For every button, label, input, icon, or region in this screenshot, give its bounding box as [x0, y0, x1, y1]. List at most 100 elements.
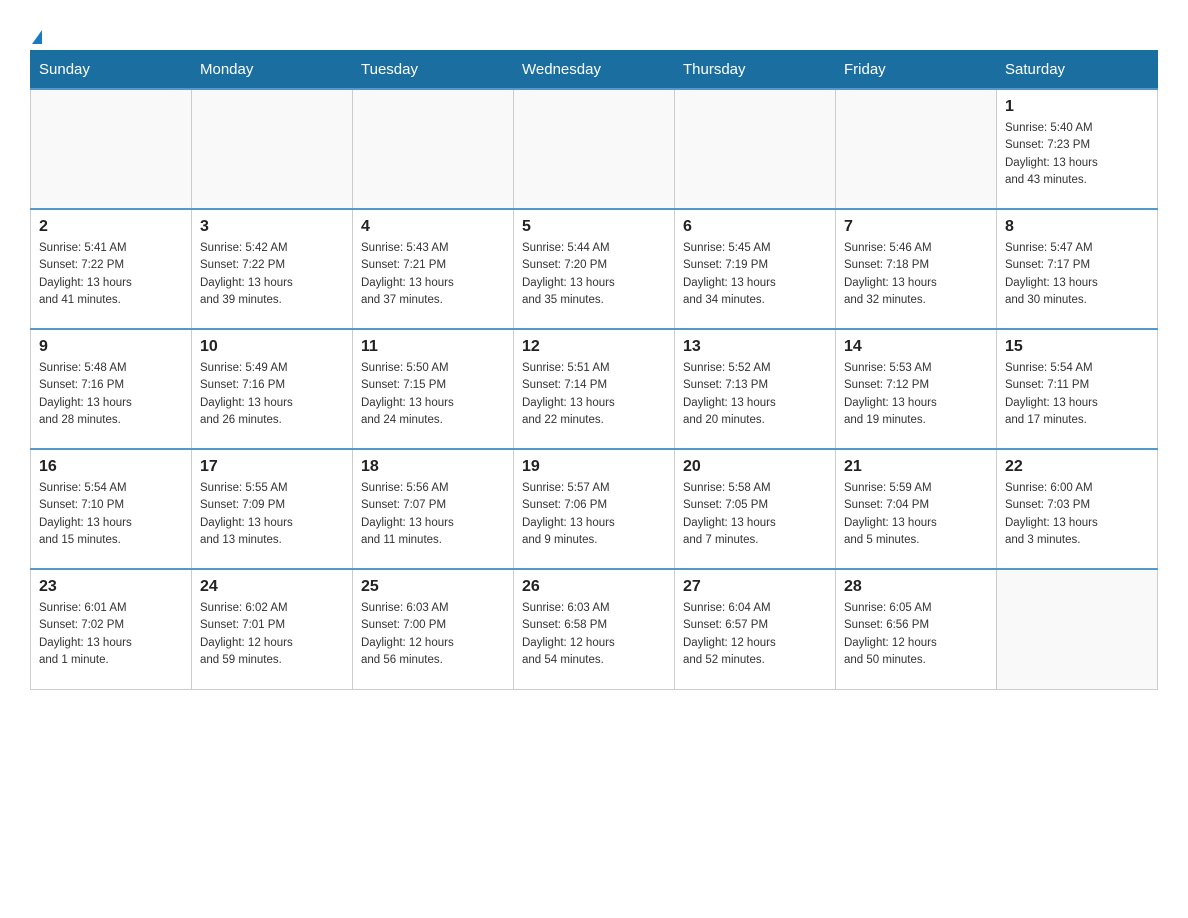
calendar-cell: 7Sunrise: 5:46 AM Sunset: 7:18 PM Daylig… — [836, 209, 997, 329]
calendar-cell — [675, 89, 836, 209]
calendar-cell: 14 Sunrise: 5:53 AM Sunset: 7:12 PM Dayli… — [836, 329, 997, 449]
calendar-header: SundayMondayTuesdayWednesdayThursdayFrid… — [31, 51, 1158, 90]
calendar-cell: 5 Sunrise: 5:44 AM Sunset: 7:20 PM Daylig… — [514, 209, 675, 329]
day-info-text: Sunrise: 5:47 AM Sunset: 7:17 PM Dayligh… — [1005, 240, 1149, 309]
day-info-text: Sunrise: 5:58 AM Sunset: 7:05 PM Dayligh… — [683, 480, 827, 549]
day-info-text: Sunrise: 5:53 AM Sunset: 7:12 PM Dayligh… — [844, 360, 988, 429]
day-number: 7 — [844, 218, 988, 236]
day-info-text: Sunrise: 6:04 AM Sunset: 6:57 PM Dayligh… — [683, 600, 827, 669]
day-number: 16 — [39, 458, 183, 476]
day-header-sunday: Sunday — [31, 51, 192, 90]
calendar-cell: 26 Sunrise: 6:03 AM Sunset: 6:58 PM Dayli… — [514, 569, 675, 689]
calendar-cell: 2 Sunrise: 5:41 AM Sunset: 7:22 PM Daylig… — [31, 209, 192, 329]
day-info-text: Sunrise: 5:51 AM Sunset: 7:14 PM Dayligh… — [522, 360, 666, 429]
calendar-cell: 19 Sunrise: 5:57 AM Sunset: 7:06 PM Dayli… — [514, 449, 675, 569]
day-info-text: Sunrise: 6:05 AM Sunset: 6:56 PM Dayligh… — [844, 600, 988, 669]
day-number: 4 — [361, 218, 505, 236]
day-info-text: Sunrise: 5:44 AM Sunset: 7:20 PM Dayligh… — [522, 240, 666, 309]
day-info-text: Sunrise: 5:49 AM Sunset: 7:16 PM Dayligh… — [200, 360, 344, 429]
day-header-saturday: Saturday — [997, 51, 1158, 90]
calendar-cell: 4 Sunrise: 5:43 AM Sunset: 7:21 PM Daylig… — [353, 209, 514, 329]
day-number: 24 — [200, 578, 344, 596]
calendar-table: SundayMondayTuesdayWednesdayThursdayFrid… — [30, 50, 1158, 690]
day-header-tuesday: Tuesday — [353, 51, 514, 90]
day-number: 3 — [200, 218, 344, 236]
day-info-text: Sunrise: 5:52 AM Sunset: 7:13 PM Dayligh… — [683, 360, 827, 429]
day-info-text: Sunrise: 5:56 AM Sunset: 7:07 PM Dayligh… — [361, 480, 505, 549]
day-number: 27 — [683, 578, 827, 596]
calendar-cell — [836, 89, 997, 209]
calendar-cell: 17 Sunrise: 5:55 AM Sunset: 7:09 PM Dayli… — [192, 449, 353, 569]
calendar-cell: 27 Sunrise: 6:04 AM Sunset: 6:57 PM Dayli… — [675, 569, 836, 689]
day-number: 5 — [522, 218, 666, 236]
day-headers-row: SundayMondayTuesdayWednesdayThursdayFrid… — [31, 51, 1158, 90]
calendar-cell: 22 Sunrise: 6:00 AM Sunset: 7:03 PM Dayli… — [997, 449, 1158, 569]
calendar-week-row: 9 Sunrise: 5:48 AM Sunset: 7:16 PM Daylig… — [31, 329, 1158, 449]
day-number: 1 — [1005, 98, 1149, 116]
day-number: 2 — [39, 218, 183, 236]
day-info-text: Sunrise: 5:54 AM Sunset: 7:11 PM Dayligh… — [1005, 360, 1149, 429]
calendar-cell: 10Sunrise: 5:49 AM Sunset: 7:16 PM Dayli… — [192, 329, 353, 449]
day-info-text: Sunrise: 5:55 AM Sunset: 7:09 PM Dayligh… — [200, 480, 344, 549]
calendar-cell: 25 Sunrise: 6:03 AM Sunset: 7:00 PM Dayli… — [353, 569, 514, 689]
day-number: 23 — [39, 578, 183, 596]
day-number: 26 — [522, 578, 666, 596]
day-number: 11 — [361, 338, 505, 356]
calendar-cell: 1 Sunrise: 5:40 AM Sunset: 7:23 PM Daylig… — [997, 89, 1158, 209]
day-info-text: Sunrise: 6:02 AM Sunset: 7:01 PM Dayligh… — [200, 600, 344, 669]
day-number: 25 — [361, 578, 505, 596]
day-number: 15 — [1005, 338, 1149, 356]
day-number: 18 — [361, 458, 505, 476]
calendar-cell: 20Sunrise: 5:58 AM Sunset: 7:05 PM Dayli… — [675, 449, 836, 569]
calendar-cell: 23 Sunrise: 6:01 AM Sunset: 7:02 PM Dayli… — [31, 569, 192, 689]
calendar-cell: 16 Sunrise: 5:54 AM Sunset: 7:10 PM Dayli… — [31, 449, 192, 569]
day-number: 14 — [844, 338, 988, 356]
calendar-body: 1 Sunrise: 5:40 AM Sunset: 7:23 PM Daylig… — [31, 89, 1158, 689]
day-info-text: Sunrise: 5:48 AM Sunset: 7:16 PM Dayligh… — [39, 360, 183, 429]
calendar-week-row: 1 Sunrise: 5:40 AM Sunset: 7:23 PM Daylig… — [31, 89, 1158, 209]
calendar-cell: 6 Sunrise: 5:45 AM Sunset: 7:19 PM Daylig… — [675, 209, 836, 329]
calendar-cell: 13Sunrise: 5:52 AM Sunset: 7:13 PM Dayli… — [675, 329, 836, 449]
calendar-cell: 3 Sunrise: 5:42 AM Sunset: 7:22 PM Daylig… — [192, 209, 353, 329]
day-info-text: Sunrise: 5:59 AM Sunset: 7:04 PM Dayligh… — [844, 480, 988, 549]
day-info-text: Sunrise: 5:54 AM Sunset: 7:10 PM Dayligh… — [39, 480, 183, 549]
calendar-cell: 11 Sunrise: 5:50 AM Sunset: 7:15 PM Dayli… — [353, 329, 514, 449]
day-info-text: Sunrise: 6:03 AM Sunset: 7:00 PM Dayligh… — [361, 600, 505, 669]
day-info-text: Sunrise: 5:50 AM Sunset: 7:15 PM Dayligh… — [361, 360, 505, 429]
calendar-week-row: 2 Sunrise: 5:41 AM Sunset: 7:22 PM Daylig… — [31, 209, 1158, 329]
day-info-text: Sunrise: 5:41 AM Sunset: 7:22 PM Dayligh… — [39, 240, 183, 309]
calendar-cell: 8Sunrise: 5:47 AM Sunset: 7:17 PM Daylig… — [997, 209, 1158, 329]
day-number: 17 — [200, 458, 344, 476]
day-number: 6 — [683, 218, 827, 236]
day-info-text: Sunrise: 6:01 AM Sunset: 7:02 PM Dayligh… — [39, 600, 183, 669]
calendar-cell — [514, 89, 675, 209]
day-info-text: Sunrise: 5:43 AM Sunset: 7:21 PM Dayligh… — [361, 240, 505, 309]
day-header-wednesday: Wednesday — [514, 51, 675, 90]
calendar-cell: 9 Sunrise: 5:48 AM Sunset: 7:16 PM Daylig… — [31, 329, 192, 449]
calendar-cell — [353, 89, 514, 209]
calendar-cell — [31, 89, 192, 209]
calendar-cell: 28 Sunrise: 6:05 AM Sunset: 6:56 PM Dayli… — [836, 569, 997, 689]
day-info-text: Sunrise: 5:57 AM Sunset: 7:06 PM Dayligh… — [522, 480, 666, 549]
day-header-monday: Monday — [192, 51, 353, 90]
header — [30, 20, 1158, 40]
calendar-cell: 21 Sunrise: 5:59 AM Sunset: 7:04 PM Dayli… — [836, 449, 997, 569]
logo-triangle-icon — [32, 30, 42, 44]
day-number: 19 — [522, 458, 666, 476]
calendar-cell — [997, 569, 1158, 689]
calendar-cell: 18 Sunrise: 5:56 AM Sunset: 7:07 PM Dayli… — [353, 449, 514, 569]
day-info-text: Sunrise: 5:40 AM Sunset: 7:23 PM Dayligh… — [1005, 120, 1149, 189]
day-info-text: Sunrise: 5:42 AM Sunset: 7:22 PM Dayligh… — [200, 240, 344, 309]
day-info-text: Sunrise: 5:45 AM Sunset: 7:19 PM Dayligh… — [683, 240, 827, 309]
calendar-cell: 12 Sunrise: 5:51 AM Sunset: 7:14 PM Dayli… — [514, 329, 675, 449]
day-number: 12 — [522, 338, 666, 356]
day-number: 21 — [844, 458, 988, 476]
day-number: 9 — [39, 338, 183, 356]
day-number: 22 — [1005, 458, 1149, 476]
day-number: 28 — [844, 578, 988, 596]
calendar-cell — [192, 89, 353, 209]
day-info-text: Sunrise: 6:03 AM Sunset: 6:58 PM Dayligh… — [522, 600, 666, 669]
calendar-cell: 24 Sunrise: 6:02 AM Sunset: 7:01 PM Dayli… — [192, 569, 353, 689]
day-info-text: Sunrise: 6:00 AM Sunset: 7:03 PM Dayligh… — [1005, 480, 1149, 549]
calendar-week-row: 16 Sunrise: 5:54 AM Sunset: 7:10 PM Dayli… — [31, 449, 1158, 569]
